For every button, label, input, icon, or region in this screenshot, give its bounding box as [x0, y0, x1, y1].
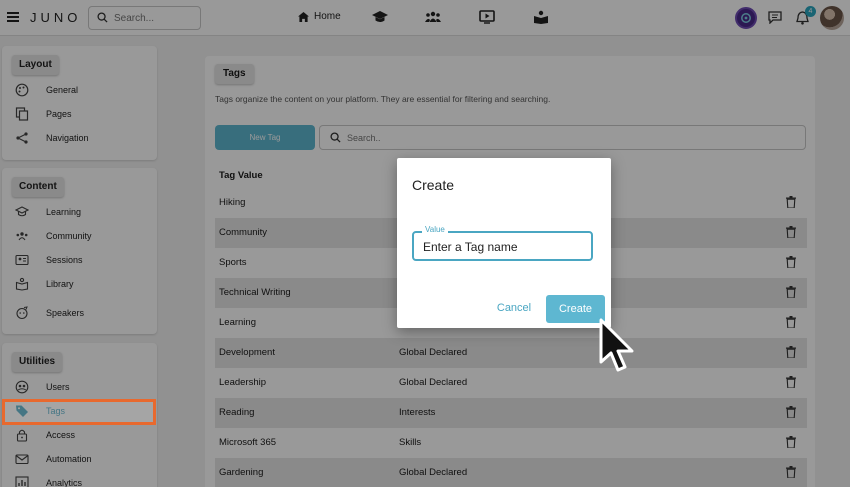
- tags-highlight-box: [2, 399, 156, 425]
- create-tag-dialog: Create Value Cancel Create: [397, 158, 611, 328]
- tag-value-input[interactable]: [423, 239, 583, 255]
- tag-value-field[interactable]: Value: [412, 225, 593, 261]
- dialog-title: Create: [412, 177, 455, 193]
- mouse-cursor-icon: [599, 318, 634, 372]
- tag-value-field-label: Value: [422, 225, 448, 234]
- cancel-button[interactable]: Cancel: [493, 298, 535, 318]
